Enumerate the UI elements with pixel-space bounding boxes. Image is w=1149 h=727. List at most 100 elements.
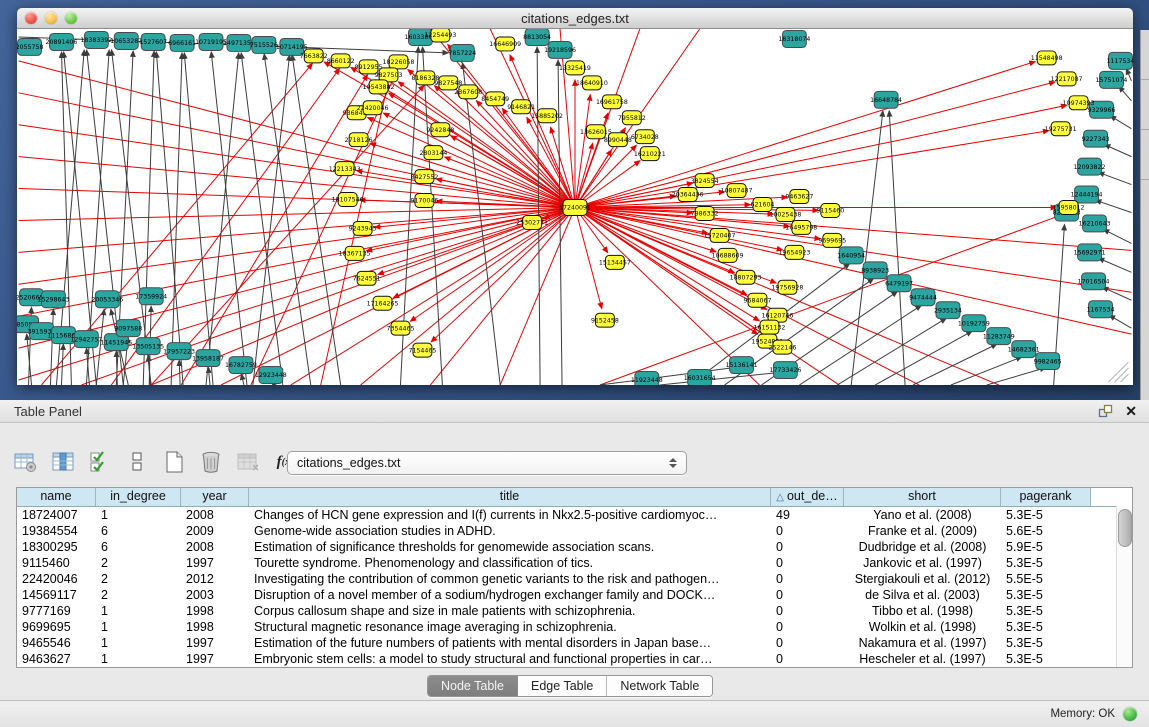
table-row[interactable]: 911546021997Tourette syndrome. Phenomeno…: [17, 555, 1132, 571]
table-cell[interactable]: 6: [96, 539, 181, 555]
table-cell[interactable]: 1997: [181, 651, 249, 667]
network-canvas[interactable]: 2055758208914061838339210653287152760769…: [17, 29, 1133, 385]
table-cell[interactable]: 5.3E-5: [1001, 587, 1091, 603]
column-header-in_degree[interactable]: in_degree: [96, 488, 181, 506]
table-cell[interactable]: 1: [96, 603, 181, 619]
delete-icon[interactable]: [199, 450, 223, 474]
table-cell[interactable]: 1997: [181, 635, 249, 651]
window-titlebar[interactable]: citations_edges.txt: [17, 8, 1133, 29]
table-cell[interactable]: Franke et al. (2009): [844, 523, 1001, 539]
table-cell[interactable]: 2012: [181, 571, 249, 587]
table-cell[interactable]: 18724007: [17, 507, 96, 523]
table-cell[interactable]: 0: [771, 603, 844, 619]
vertical-scrollbar[interactable]: [1116, 506, 1132, 667]
table-cell[interactable]: 5.3E-5: [1001, 603, 1091, 619]
table-cell[interactable]: Embryonic stem cells: a model to study s…: [249, 651, 771, 667]
table-row[interactable]: 1872400712008Changes of HCN gene express…: [17, 507, 1132, 523]
table-cell[interactable]: 0: [771, 635, 844, 651]
close-icon[interactable]: ✕: [1125, 402, 1137, 420]
table-cell[interactable]: 5.3E-5: [1001, 635, 1091, 651]
table-cell[interactable]: 5.9E-5: [1001, 539, 1091, 555]
citation-network-graph[interactable]: 2055758208914061838339210653287152760769…: [17, 29, 1133, 385]
new-document-icon[interactable]: [162, 450, 186, 474]
tab-edge-table[interactable]: Edge Table: [518, 676, 607, 696]
tab-node-table[interactable]: Node Table: [428, 676, 518, 696]
table-cell[interactable]: 18300295: [17, 539, 96, 555]
table-cell[interactable]: 0: [771, 555, 844, 571]
table-cell[interactable]: 9699695: [17, 619, 96, 635]
table-selector-dropdown[interactable]: citations_edges.txt: [287, 451, 687, 475]
table-options-icon[interactable]: [14, 450, 38, 474]
table-cell[interactable]: 1: [96, 619, 181, 635]
column-header-short[interactable]: short: [844, 488, 1001, 506]
table-cell[interactable]: Changes of HCN gene expression and I(f) …: [249, 507, 771, 523]
table-cell[interactable]: 5.5E-5: [1001, 571, 1091, 587]
table-cell[interactable]: 14569117: [17, 587, 96, 603]
table-cell[interactable]: Estimation of the future numbers of pati…: [249, 635, 771, 651]
float-window-icon[interactable]: [1098, 404, 1113, 419]
table-cell[interactable]: 5.3E-5: [1001, 651, 1091, 667]
column-header-name[interactable]: name: [17, 488, 96, 506]
table-cell[interactable]: Nakamura et al. (1997): [844, 635, 1001, 651]
table-cell[interactable]: Wolkin et al. (1998): [844, 619, 1001, 635]
tab-network-table[interactable]: Network Table: [607, 676, 712, 696]
scrollbar-thumb[interactable]: [1118, 509, 1132, 547]
table-cell[interactable]: 9463627: [17, 651, 96, 667]
table-cell[interactable]: Structural magnetic resonance image aver…: [249, 619, 771, 635]
table-cell[interactable]: 1: [96, 635, 181, 651]
table-cell[interactable]: Hescheler et al. (1997): [844, 651, 1001, 667]
table-row[interactable]: 977716911998Corpus callosum shape and si…: [17, 603, 1132, 619]
table-cell[interactable]: Disruption of a novel member of a sodium…: [249, 587, 771, 603]
column-header-pagerank[interactable]: pagerank: [1001, 488, 1091, 506]
table-row[interactable]: 1456911722003Disruption of a novel membe…: [17, 587, 1132, 603]
column-header-title[interactable]: title: [249, 488, 771, 506]
table-cell[interactable]: 0: [771, 651, 844, 667]
table-cell[interactable]: 5.3E-5: [1001, 507, 1091, 523]
table-cell[interactable]: 9115460: [17, 555, 96, 571]
table-row[interactable]: 946362711997Embryonic stem cells: a mode…: [17, 651, 1132, 667]
table-cell[interactable]: 19384554: [17, 523, 96, 539]
table-cell[interactable]: 9465546: [17, 635, 96, 651]
table-cell[interactable]: 5.3E-5: [1001, 555, 1091, 571]
table-cell[interactable]: 1998: [181, 619, 249, 635]
table-cell[interactable]: 1: [96, 651, 181, 667]
table-cell[interactable]: Estimation of significance thresholds fo…: [249, 539, 771, 555]
table-cell[interactable]: 1998: [181, 603, 249, 619]
table-cell[interactable]: 2: [96, 587, 181, 603]
table-cell[interactable]: 22420046: [17, 571, 96, 587]
table-cell[interactable]: Dudbridge et al. (2008): [844, 539, 1001, 555]
table-row[interactable]: 2242004622012Investigating the contribut…: [17, 571, 1132, 587]
table-row[interactable]: 946554611997Estimation of the future num…: [17, 635, 1132, 651]
table-row[interactable]: 1938455462009Genome-wide association stu…: [17, 523, 1132, 539]
table-cell[interactable]: 5.6E-5: [1001, 523, 1091, 539]
table-cell[interactable]: 49: [771, 507, 844, 523]
memory-status-icon[interactable]: [1123, 707, 1137, 721]
table-cell[interactable]: 0: [771, 539, 844, 555]
table-cell[interactable]: 6: [96, 523, 181, 539]
row-height-icon[interactable]: [125, 450, 149, 474]
table-cell[interactable]: 5.3E-5: [1001, 619, 1091, 635]
table-row[interactable]: 1830029562008Estimation of significance …: [17, 539, 1132, 555]
column-header-out_de[interactable]: △out_de…: [771, 488, 844, 506]
table-cell[interactable]: Stergiakouli et al. (2012): [844, 571, 1001, 587]
table-cell[interactable]: Tibbo et al. (1998): [844, 603, 1001, 619]
table-cell[interactable]: Tourette syndrome. Phenomenology and cla…: [249, 555, 771, 571]
table-cell[interactable]: 0: [771, 523, 844, 539]
table-cell[interactable]: 2008: [181, 539, 249, 555]
table-cell[interactable]: 2009: [181, 523, 249, 539]
table-cell[interactable]: 2003: [181, 587, 249, 603]
show-column-icon[interactable]: [51, 450, 75, 474]
table-cell[interactable]: Genome-wide association studies in ADHD.: [249, 523, 771, 539]
column-header-year[interactable]: year: [181, 488, 249, 506]
table-cell[interactable]: Corpus callosum shape and size in male p…: [249, 603, 771, 619]
table-cell[interactable]: 2: [96, 571, 181, 587]
table-cell[interactable]: de Silva et al. (2003): [844, 587, 1001, 603]
table-cell[interactable]: 0: [771, 619, 844, 635]
table-cell[interactable]: 1997: [181, 555, 249, 571]
table-cell[interactable]: 2: [96, 555, 181, 571]
table-cell[interactable]: 1: [96, 507, 181, 523]
table-cell[interactable]: Jankovic et al. (1997): [844, 555, 1001, 571]
table-cell[interactable]: 0: [771, 571, 844, 587]
table-cell[interactable]: Investigating the contribution of common…: [249, 571, 771, 587]
table-cell[interactable]: 0: [771, 587, 844, 603]
